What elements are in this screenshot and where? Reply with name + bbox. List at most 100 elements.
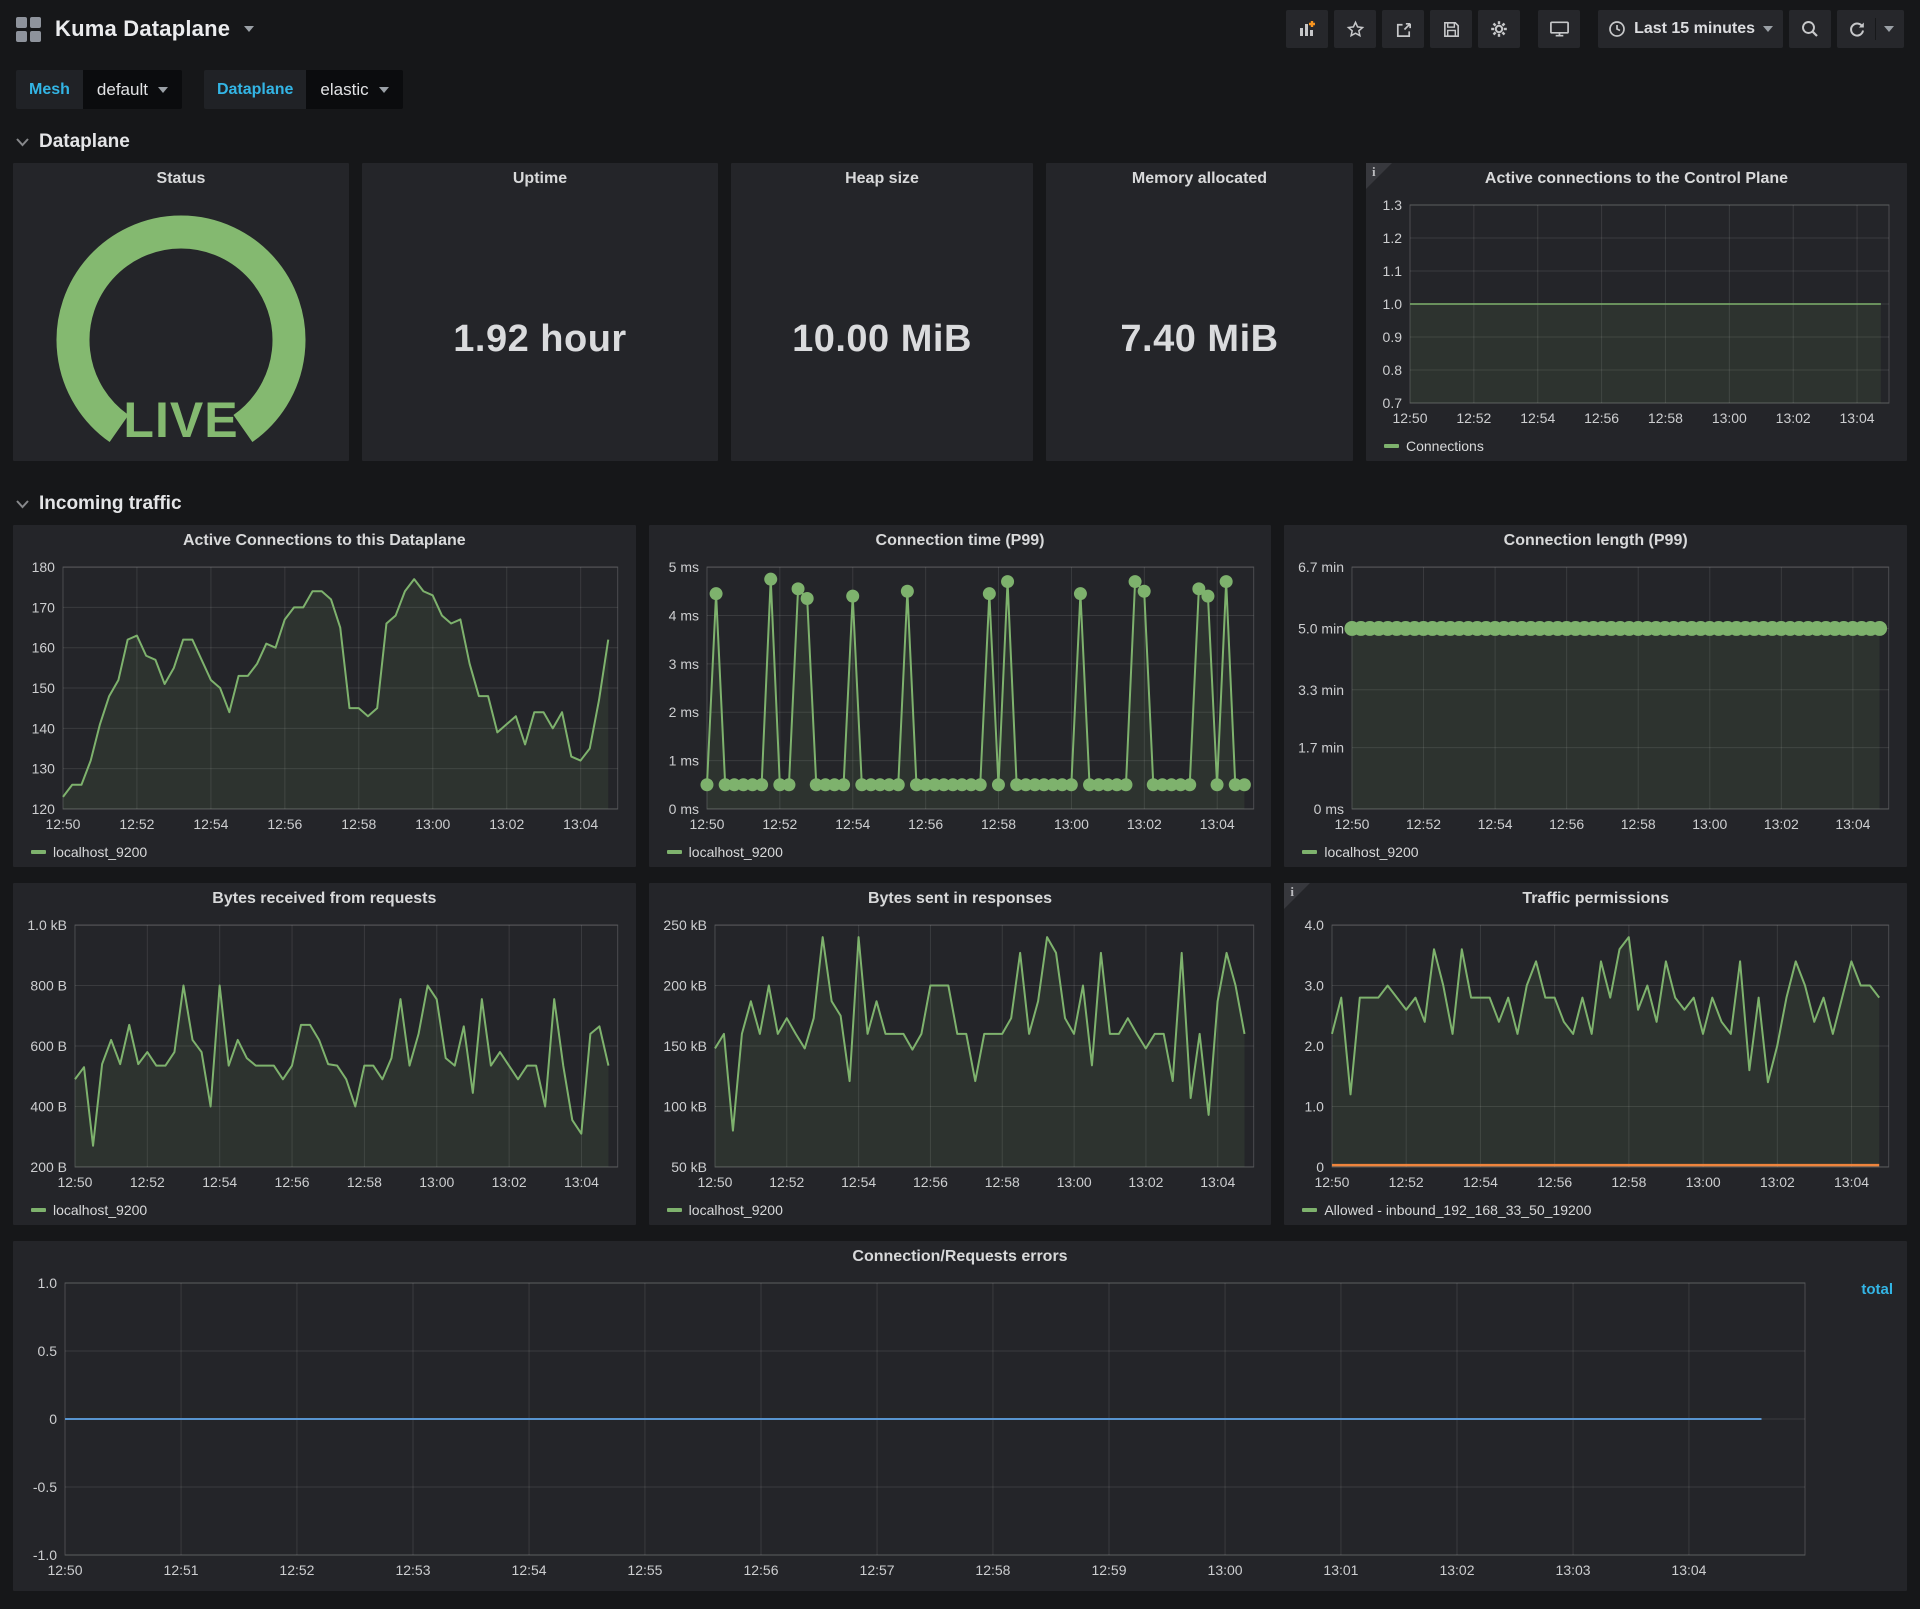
cycle-view-mode-button[interactable] — [1538, 10, 1581, 48]
svg-text:12:54: 12:54 — [193, 816, 228, 832]
svg-text:130: 130 — [32, 761, 56, 777]
panel-bytes-received: Bytes received from requests 1.0 kB 800 B… — [13, 883, 636, 1225]
panel-title[interactable]: Status — [13, 163, 349, 195]
svg-text:13:00: 13:00 — [1056, 1174, 1091, 1190]
add-panel-button[interactable] — [1286, 10, 1329, 48]
panel-title[interactable]: Heap size — [731, 163, 1033, 195]
svg-text:12:54: 12:54 — [841, 1174, 876, 1190]
svg-text:12:58: 12:58 — [981, 816, 1016, 832]
panel-heap-size: Heap size 10.00 MiB — [731, 163, 1033, 461]
mesh-caret-icon — [157, 86, 168, 93]
legend-label: localhost_9200 — [53, 1202, 148, 1218]
legend-item[interactable]: localhost_9200 — [1302, 844, 1419, 860]
navbar: Kuma Dataplane Last 15 minutes — [0, 0, 1920, 58]
legend-label: Allowed - inbound_192_168_33_50_19200 — [1324, 1202, 1592, 1218]
legend-label: localhost_9200 — [1324, 844, 1419, 860]
svg-text:3.3 min: 3.3 min — [1298, 682, 1344, 698]
svg-text:13:04: 13:04 — [564, 1174, 599, 1190]
svg-text:12:53: 12:53 — [395, 1562, 430, 1578]
svg-text:13:02: 13:02 — [1764, 816, 1799, 832]
svg-text:12:51: 12:51 — [164, 1562, 199, 1578]
svg-text:1.2: 1.2 — [1383, 230, 1403, 246]
dataplane-variable-picker[interactable]: Dataplane elastic — [203, 70, 403, 109]
refresh-button[interactable] — [1837, 10, 1904, 48]
panel-title[interactable]: Bytes sent in responses — [649, 883, 1272, 915]
connection-time-chart[interactable]: 5 ms 4 ms 3 ms 2 ms 1 ms 0 ms 12:50 12:52 12:54 1… — [655, 557, 1264, 835]
svg-text:13:02: 13:02 — [1760, 1174, 1795, 1190]
svg-text:12:57: 12:57 — [860, 1562, 895, 1578]
panel-title[interactable]: Uptime — [362, 163, 718, 195]
active-connections-chart[interactable]: 180 170 160 150 140 130 120 12:50 12:52 12:54 12:5… — [19, 557, 628, 835]
svg-text:13:02: 13:02 — [1127, 816, 1162, 832]
star-button[interactable] — [1334, 10, 1377, 48]
connection-length-chart[interactable]: 6.7 min 5.0 min 3.3 min 1.7 min 0 ms 12:50 12:… — [1290, 557, 1899, 835]
mesh-variable-value[interactable]: default — [82, 70, 182, 109]
legend-item-total[interactable]: total — [1861, 1281, 1893, 1298]
apps-grid-icon[interactable] — [16, 16, 41, 42]
panel-title[interactable]: Bytes received from requests — [13, 883, 636, 915]
legend-swatch — [666, 850, 682, 854]
svg-text:12:54: 12:54 — [202, 1174, 237, 1190]
magnifier-icon — [1802, 21, 1818, 37]
chevron-down-icon — [16, 137, 29, 146]
settings-button[interactable] — [1478, 10, 1521, 48]
svg-text:12:58: 12:58 — [975, 1562, 1010, 1578]
panel-title[interactable]: Connection length (P99) — [1284, 525, 1907, 557]
dashboard-title-caret-icon[interactable] — [244, 26, 255, 32]
svg-text:12:52: 12:52 — [130, 1174, 165, 1190]
panel-info-corner[interactable] — [1284, 883, 1311, 909]
dataplane-variable-value[interactable]: elastic — [306, 70, 403, 109]
panel-title[interactable]: Active connections to the Control Plane — [1366, 163, 1907, 195]
svg-text:12:58: 12:58 — [1648, 410, 1683, 426]
legend-item[interactable]: localhost_9200 — [31, 844, 147, 860]
panel-title[interactable]: Connection/Requests errors — [13, 1241, 1907, 1273]
svg-text:1.0 kB: 1.0 kB — [27, 917, 67, 933]
cp-connections-chart[interactable]: 1.3 1.2 1.1 1.0 0.9 0.8 0.7 12:50 12:52 12:54 12:5… — [1372, 195, 1899, 429]
status-gauge: LIVE — [13, 195, 349, 461]
svg-text:12:50: 12:50 — [1315, 1174, 1350, 1190]
row-header-dataplane[interactable]: Dataplane — [0, 115, 1920, 163]
svg-text:1.0: 1.0 — [1383, 296, 1403, 312]
svg-text:0.8: 0.8 — [1383, 362, 1403, 378]
panel-title[interactable]: Active Connections to this Dataplane — [13, 525, 636, 557]
status-value: LIVE — [123, 392, 239, 448]
zoom-out-button[interactable] — [1789, 10, 1831, 48]
panel-title[interactable]: Connection time (P99) — [649, 525, 1272, 557]
svg-text:0.9: 0.9 — [1383, 329, 1403, 345]
traffic-permissions-chart[interactable]: 4.0 3.0 2.0 1.0 0 12:50 12:52 12:54 12:56 12:58 13… — [1290, 915, 1899, 1193]
star-icon — [1346, 20, 1364, 37]
svg-text:12:58: 12:58 — [1621, 816, 1656, 832]
svg-text:12:58: 12:58 — [341, 816, 376, 832]
bytes-received-chart[interactable]: 1.0 kB 800 B 600 B 400 B 200 B 12:50 12:52 12:5… — [19, 915, 628, 1193]
mesh-variable-label: Mesh — [16, 70, 83, 109]
save-button[interactable] — [1430, 10, 1473, 48]
errors-chart[interactable]: 1.0 0.5 0 -0.5 -1.0 12:50 12:51 12:52 12:53 12:54… — [19, 1273, 1815, 1581]
svg-text:12:56: 12:56 — [1549, 816, 1584, 832]
panel-info-corner[interactable] — [1366, 163, 1392, 189]
svg-text:100 kB: 100 kB — [663, 1098, 707, 1114]
svg-text:12:52: 12:52 — [1389, 1174, 1424, 1190]
svg-text:12:56: 12:56 — [913, 1174, 948, 1190]
refresh-interval-caret-icon[interactable] — [1884, 26, 1894, 32]
panel-title[interactable]: Memory allocated — [1046, 163, 1353, 195]
dashboard-title[interactable]: Kuma Dataplane — [55, 16, 230, 42]
legend-item[interactable]: Connections — [1384, 438, 1484, 454]
svg-text:12:52: 12:52 — [1406, 816, 1441, 832]
bytes-sent-chart[interactable]: 250 kB 200 kB 150 kB 100 kB 50 kB 12:50 12:52 1… — [655, 915, 1264, 1193]
row-header-incoming-traffic[interactable]: Incoming traffic — [0, 477, 1920, 525]
panel-connection-length: Connection length (P99) 6.7 min 5.0 min 3.… — [1284, 525, 1908, 867]
legend-item[interactable]: localhost_9200 — [666, 844, 783, 860]
svg-text:12:50: 12:50 — [47, 1562, 82, 1578]
legend-item[interactable]: localhost_9200 — [666, 1202, 783, 1218]
svg-text:12:54: 12:54 — [1463, 1174, 1498, 1190]
share-button[interactable] — [1382, 10, 1425, 48]
legend-item[interactable]: Allowed - inbound_192_168_33_50_19200 — [1302, 1202, 1591, 1218]
add-panel-icon — [1300, 21, 1316, 36]
panel-connection-errors: Connection/Requests errors 1.0 0.5 0 -0.5 -1… — [13, 1241, 1907, 1591]
svg-text:150: 150 — [32, 680, 56, 696]
svg-text:50 kB: 50 kB — [671, 1159, 707, 1175]
panel-title[interactable]: Traffic permissions — [1284, 883, 1907, 915]
legend-item[interactable]: localhost_9200 — [31, 1202, 147, 1218]
mesh-variable-picker[interactable]: Mesh default — [16, 70, 182, 109]
time-picker-button[interactable]: Last 15 minutes — [1598, 10, 1783, 48]
